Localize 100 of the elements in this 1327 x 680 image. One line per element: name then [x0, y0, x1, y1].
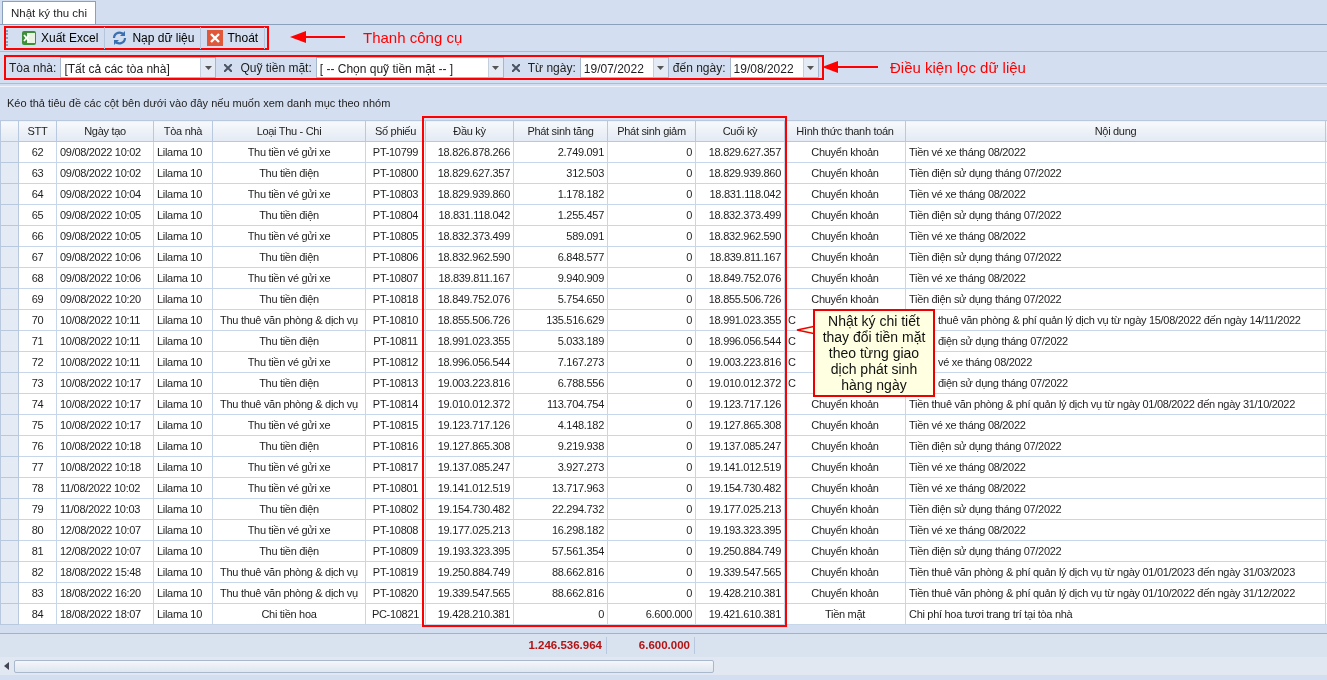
table-cell: 67 — [18, 246, 57, 268]
table-cell: 64 — [18, 183, 57, 205]
table-cell: 0 — [607, 393, 696, 415]
column-header[interactable]: Phát sinh tăng — [513, 120, 608, 142]
table-cell: 6.848.577 — [513, 246, 608, 268]
table-cell: 68 — [18, 267, 57, 289]
table-cell: 77 — [18, 456, 57, 478]
column-header[interactable]: STT — [18, 120, 57, 142]
table-cell: 0 — [607, 540, 696, 562]
table-cell: 19.141.012.519 — [695, 456, 785, 478]
table-cell: 0 — [513, 603, 608, 625]
table-cell: Tiền điện sử dụng tháng 07/2022 — [905, 540, 1326, 562]
table-cell: 18.832.962.590 — [695, 225, 785, 247]
table-cell: Tiền thuê văn phòng & phí quản lý dịch vụ từ ngày 01/10/2022 đến ngày 31/12/2022 — [905, 582, 1326, 604]
table-cell: 19.154.730.482 — [425, 498, 514, 520]
scroll-left-icon[interactable] — [4, 662, 10, 670]
table-cell: 19.250.884.749 — [425, 561, 514, 583]
column-header[interactable]: Tòa nhà — [153, 120, 213, 142]
table-cell: PC-10821 — [365, 603, 426, 625]
table-cell: 19.003.223.816 — [695, 351, 785, 373]
table-cell: Lilama 10 — [153, 393, 213, 415]
table-cell: 589.091 — [513, 225, 608, 247]
column-header[interactable]: Hình thức thanh toán — [784, 120, 906, 142]
table-cell: Thu tiền điện — [212, 246, 366, 268]
table-cell: 73 — [18, 372, 57, 394]
table-cell: 18/08/2022 15:48 — [56, 561, 154, 583]
table-cell: Thu thuê văn phòng & dịch vụ — [212, 561, 366, 583]
table-cell: 10/08/2022 10:18 — [56, 435, 154, 457]
date-field[interactable]: 19/08/2022 — [729, 57, 819, 78]
table-cell: Thu thuê văn phòng & dịch vụ — [212, 393, 366, 415]
table-cell: 11/08/2022 10:03 — [56, 498, 154, 520]
table-cell: 5.754.650 — [513, 288, 608, 310]
table-cell: Thu tiền điện — [212, 498, 366, 520]
table-cell: 18.826.878.266 — [425, 141, 514, 163]
scrollbar-thumb[interactable] — [14, 659, 714, 673]
table-cell: 19.421.610.381 — [695, 603, 785, 625]
dropdown-arrow-icon[interactable] — [807, 65, 815, 70]
column-header[interactable]: Cuối kỳ — [695, 120, 785, 142]
column-header[interactable]: Ngày tạo — [56, 120, 154, 142]
table-cell: Chuyển khoản — [784, 582, 906, 604]
table-cell: Tiền mặt — [784, 603, 906, 625]
toolbar-button[interactable]: Xuất Excel — [15, 27, 106, 49]
table-cell: 0 — [607, 309, 696, 331]
column-header[interactable]: Loại Thu - Chi — [212, 120, 366, 142]
table-cell: Lilama 10 — [153, 603, 213, 625]
table-cell: 0 — [607, 519, 696, 541]
table-cell: 09/08/2022 10:06 — [56, 246, 154, 268]
table-cell: 16.298.182 — [513, 519, 608, 541]
pointer-arrow — [290, 31, 345, 43]
table-cell: 18.849.752.076 — [425, 288, 514, 310]
dropdown-arrow-icon[interactable] — [204, 65, 212, 70]
table-cell: Thu tiền vé gửi xe — [212, 267, 366, 289]
dropdown-arrow-icon[interactable] — [657, 65, 665, 70]
tab[interactable]: Nhật ký thu chi — [2, 1, 97, 24]
table-cell: Tiền vé xe tháng 08/2022 — [905, 414, 1326, 436]
table-cell: 0 — [607, 288, 696, 310]
table-cell: 0 — [607, 267, 696, 289]
table-cell: 19.137.085.247 — [425, 456, 514, 478]
toolbar-button[interactable]: Thoát — [201, 27, 266, 49]
table-cell: 18.831.118.042 — [695, 183, 785, 205]
table-cell: 10/08/2022 10:11 — [56, 309, 154, 331]
table-cell: 1.255.457 — [513, 204, 608, 226]
table-cell: 09/08/2022 10:06 — [56, 267, 154, 289]
dropdown-arrow-icon[interactable] — [492, 65, 500, 70]
column-header[interactable]: Phát sinh giảm — [607, 120, 696, 142]
field-label: đến ngày: — [672, 59, 726, 77]
table-cell: 19.127.865.308 — [425, 435, 514, 457]
table-cell: 63 — [18, 162, 57, 184]
table-cell: Lilama 10 — [153, 477, 213, 499]
table-cell: 88.662.816 — [513, 561, 608, 583]
table-cell: 19.339.547.565 — [425, 582, 514, 604]
table-cell: PT-10807 — [365, 267, 426, 289]
dropdown-field[interactable]: [ -- Chọn quỹ tiền mặt -- ] — [315, 57, 504, 78]
column-header[interactable]: Đầu kỳ — [425, 120, 514, 142]
table-cell: Thu tiền điện — [212, 330, 366, 352]
table-cell: Thu tiền điện — [212, 372, 366, 394]
dropdown-field[interactable]: [Tất cả các tòa nhà] — [60, 57, 217, 78]
table-cell: 0 — [607, 246, 696, 268]
table-cell: 18.829.939.860 — [695, 162, 785, 184]
table-cell: 19.339.547.565 — [695, 561, 785, 583]
table-cell: Chuyển khoản — [784, 540, 906, 562]
table-cell: 18.991.023.355 — [695, 309, 785, 331]
table-cell: PT-10812 — [365, 351, 426, 373]
table-cell: Tiền vé xe tháng 08/2022 — [905, 456, 1326, 478]
table-cell: Thu tiền vé gửi xe — [212, 414, 366, 436]
table-cell: Chuyển khoản — [784, 162, 906, 184]
table-cell: Thu tiền vé gửi xe — [212, 351, 366, 373]
table-cell: 19.010.012.372 — [695, 372, 785, 394]
table-cell: 19.010.012.372 — [425, 393, 514, 415]
table-cell: 19.193.323.395 — [425, 540, 514, 562]
table-cell: PT-10806 — [365, 246, 426, 268]
column-header[interactable]: Số phiếu — [365, 120, 426, 142]
clear-icon[interactable] — [224, 63, 233, 72]
toolbar-button[interactable]: Nạp dữ liệu — [105, 27, 202, 49]
table-cell: Tiền vé xe tháng 08/2022 — [905, 477, 1326, 499]
table-cell: Thu tiền vé gửi xe — [212, 183, 366, 205]
date-field[interactable]: 19/07/2022 — [579, 57, 669, 78]
table-cell: PT-10820 — [365, 582, 426, 604]
column-header[interactable]: Nội dung — [905, 120, 1326, 142]
clear-icon[interactable] — [511, 63, 520, 72]
